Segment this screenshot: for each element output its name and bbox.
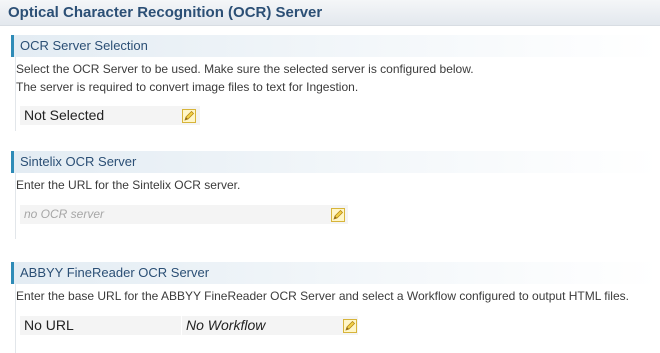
section-description: Select the OCR Server to be used. Make s…	[16, 57, 660, 96]
description-line: The server is required to convert image …	[16, 80, 359, 94]
section-title: Sintelix OCR Server	[11, 151, 660, 173]
abbyy-workflow-select[interactable]: No Workflow	[182, 316, 358, 335]
sintelix-ocr-server-section: Sintelix OCR Server Enter the URL for th…	[11, 151, 660, 241]
description-line: Enter the URL for the Sintelix OCR serve…	[16, 178, 241, 192]
description-line: Enter the base URL for the ABBYY FineRea…	[16, 289, 629, 303]
page-title: Optical Character Recognition (OCR) Serv…	[8, 4, 323, 21]
sintelix-url-field[interactable]: no OCR server	[20, 205, 348, 224]
section-title: OCR Server Selection	[11, 35, 660, 57]
description-line: Select the OCR Server to be used. Make s…	[16, 62, 474, 76]
section-title: ABBYY FineReader OCR Server	[11, 262, 660, 284]
abbyy-url-field[interactable]: No URL	[20, 316, 181, 335]
abbyy-ocr-server-section: ABBYY FineReader OCR Server Enter the ba…	[11, 262, 660, 353]
pencil-edit-icon[interactable]	[343, 319, 357, 333]
pencil-edit-icon[interactable]	[331, 208, 345, 222]
pencil-edit-icon[interactable]	[182, 109, 196, 123]
ocr-server-select[interactable]: Not Selected	[20, 106, 200, 125]
section-description: Enter the base URL for the ABBYY FineRea…	[16, 284, 660, 305]
page-header: Optical Character Recognition (OCR) Serv…	[0, 0, 660, 26]
section-description: Enter the URL for the Sintelix OCR serve…	[16, 173, 660, 194]
